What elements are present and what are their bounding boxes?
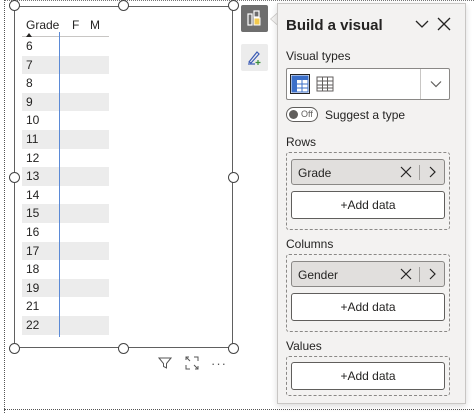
- pill-separator: [419, 165, 420, 180]
- table-row[interactable]: 21: [22, 297, 109, 316]
- table-row[interactable]: 13: [22, 167, 109, 186]
- remove-field-icon[interactable]: [399, 165, 413, 179]
- visual-types-selector[interactable]: [286, 68, 450, 100]
- matrix-rows: 6 7 8 9 10 11 12 13 14 15 16 17 18 19 21 22: [22, 37, 109, 335]
- table-row[interactable]: 16: [22, 223, 109, 242]
- resize-handle-bottom-left[interactable]: [9, 343, 20, 354]
- columns-add-data-button[interactable]: +Add data: [291, 293, 445, 321]
- rows-well: Grade +Add data: [286, 152, 450, 230]
- table-row[interactable]: 10: [22, 111, 109, 130]
- visual-types-label: Visual types: [286, 49, 351, 63]
- table-row[interactable]: 17: [22, 241, 109, 261]
- pane-title: Build a visual: [286, 17, 383, 34]
- resize-handle-top-left[interactable]: [9, 0, 20, 11]
- header-f[interactable]: F: [72, 18, 79, 32]
- build-visual-pane: Build a visual Visual types Off Suggest …: [277, 3, 466, 404]
- resize-handle-middle-left[interactable]: [9, 172, 20, 183]
- close-icon[interactable]: [436, 16, 452, 32]
- format-visual-icon: [248, 51, 261, 65]
- matrix-visual[interactable]: Grade F M 6 7 8 9 10 11 12 13 14 15 16 17 18 19 21 22: [14, 6, 233, 348]
- canvas-boundary-top: [4, 0, 474, 1]
- suggest-type-toggle[interactable]: Off: [286, 107, 318, 122]
- rows-label: Rows: [286, 135, 317, 149]
- filter-icon[interactable]: [157, 355, 173, 371]
- canvas-boundary-bottom: [4, 409, 474, 410]
- rows-add-data-button[interactable]: +Add data: [291, 191, 445, 219]
- build-visual-icon: [247, 10, 261, 26]
- chevron-down-icon: [430, 81, 441, 88]
- toggle-knob: [289, 110, 298, 119]
- focus-mode-icon[interactable]: [184, 355, 200, 371]
- table-row[interactable]: 19: [22, 278, 109, 298]
- build-visual-button[interactable]: [241, 5, 268, 32]
- table-row[interactable]: 11: [22, 129, 109, 149]
- visual-types-dropdown[interactable]: [420, 69, 450, 99]
- resize-handle-top-center[interactable]: [118, 0, 129, 11]
- table-row[interactable]: 6: [22, 37, 109, 56]
- chevron-right-icon[interactable]: [425, 165, 439, 179]
- pill-separator: [419, 267, 420, 282]
- matrix-visual-type-icon[interactable]: [290, 74, 310, 94]
- table-row[interactable]: 14: [22, 186, 109, 205]
- resize-handle-bottom-center[interactable]: [118, 343, 129, 354]
- suggest-type-label: Suggest a type: [325, 108, 406, 122]
- columns-label: Columns: [286, 237, 334, 251]
- column-divider: [59, 32, 60, 337]
- resize-handle-middle-right[interactable]: [228, 172, 239, 183]
- format-visual-button[interactable]: [241, 44, 268, 71]
- columns-field-gender[interactable]: Gender: [291, 261, 445, 287]
- header-m[interactable]: M: [90, 18, 100, 32]
- header-grade[interactable]: Grade: [26, 18, 59, 32]
- matrix-table: Grade F M 6 7 8 9 10 11 12 13 14 15 16 17 18 19 21 22: [22, 13, 109, 335]
- canvas-boundary-left: [4, 0, 5, 413]
- table-row[interactable]: 12: [22, 149, 109, 168]
- remove-field-icon[interactable]: [399, 267, 413, 281]
- more-options-icon[interactable]: ···: [211, 355, 227, 371]
- chevron-right-icon[interactable]: [425, 267, 439, 281]
- values-well: +Add data: [286, 356, 450, 396]
- table-row[interactable]: 9: [22, 92, 109, 112]
- visual-header-icons: ···: [157, 355, 235, 371]
- rows-field-grade[interactable]: Grade: [291, 159, 445, 185]
- toggle-state-text: Off: [301, 109, 313, 119]
- table-row[interactable]: 8: [22, 74, 109, 93]
- columns-well: Gender +Add data: [286, 254, 450, 332]
- chevron-down-icon[interactable]: [414, 16, 430, 32]
- table-visual-type-icon[interactable]: [315, 74, 335, 94]
- values-label: Values: [286, 339, 322, 353]
- table-row[interactable]: 18: [22, 260, 109, 279]
- field-name: Gender: [298, 268, 339, 282]
- resize-handle-top-right[interactable]: [228, 0, 239, 11]
- resize-handle-bottom-right[interactable]: [228, 343, 239, 354]
- field-name: Grade: [298, 166, 332, 180]
- table-row[interactable]: 15: [22, 204, 109, 223]
- table-row[interactable]: 7: [22, 55, 109, 75]
- table-row[interactable]: 22: [22, 315, 109, 335]
- matrix-header: Grade F M: [22, 13, 109, 37]
- values-add-data-button[interactable]: +Add data: [291, 362, 445, 390]
